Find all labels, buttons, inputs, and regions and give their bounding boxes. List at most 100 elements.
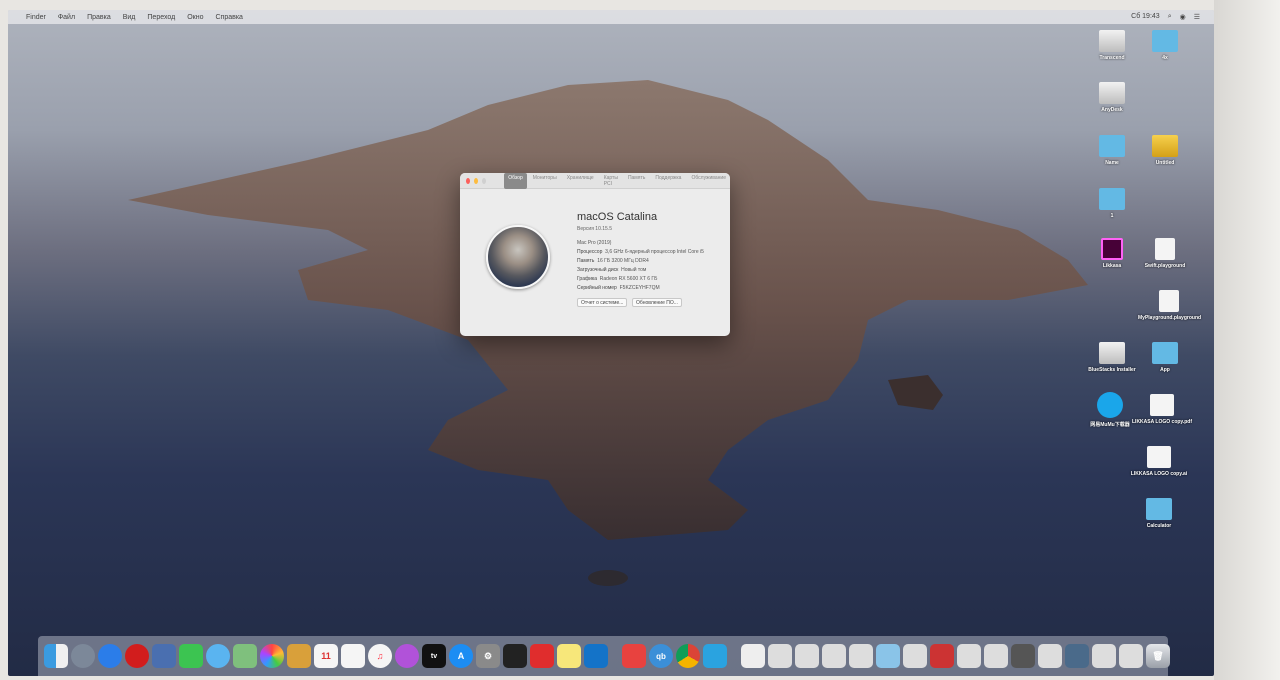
desktop-icon-myplayground[interactable]: MyPlayground.playground bbox=[1138, 290, 1201, 321]
tab-support[interactable]: Поддержка bbox=[651, 173, 685, 189]
doc-icon[interactable] bbox=[1119, 644, 1143, 668]
finder-icon[interactable] bbox=[44, 644, 68, 668]
desktop-icon-untitled[interactable]: Untitled bbox=[1138, 135, 1192, 166]
launchpad-icon[interactable] bbox=[71, 644, 95, 668]
doc-icon[interactable] bbox=[768, 644, 792, 668]
spec-graphics: Графика Radeon RX 5600 XT 6 ГБ bbox=[577, 276, 658, 282]
doc-icon[interactable] bbox=[822, 644, 846, 668]
control-center-icon[interactable]: ◉ bbox=[1180, 13, 1186, 21]
podcasts-icon[interactable] bbox=[395, 644, 419, 668]
photos-icon[interactable] bbox=[260, 644, 284, 668]
tab-pci-cards[interactable]: Карты PCI bbox=[600, 173, 622, 189]
menu-item-edit[interactable]: Правка bbox=[87, 14, 111, 21]
menu-item-window[interactable]: Окно bbox=[187, 14, 203, 21]
messages-icon[interactable] bbox=[206, 644, 230, 668]
folder-icon bbox=[1152, 30, 1178, 52]
notes-icon[interactable] bbox=[287, 644, 311, 668]
minimize-button[interactable] bbox=[474, 177, 479, 184]
anydesk-icon[interactable] bbox=[530, 644, 554, 668]
menu-item-finder[interactable]: Finder bbox=[26, 14, 46, 21]
calendar-icon[interactable]: 11 bbox=[314, 644, 338, 668]
music-icon[interactable]: ♫ bbox=[368, 644, 392, 668]
doc-icon[interactable] bbox=[984, 644, 1008, 668]
folder-icon bbox=[1099, 188, 1125, 210]
activity-icon[interactable] bbox=[503, 644, 527, 668]
maps-icon[interactable] bbox=[233, 644, 257, 668]
chrome-icon[interactable] bbox=[676, 644, 700, 668]
search-icon[interactable]: ⌕ bbox=[1168, 13, 1172, 21]
trash-icon[interactable]: 🗑 bbox=[1146, 644, 1170, 668]
monitor-bezel bbox=[1214, 0, 1280, 680]
doc-icon[interactable] bbox=[903, 644, 927, 668]
facetime-icon[interactable] bbox=[179, 644, 203, 668]
doc-icon[interactable] bbox=[1065, 644, 1089, 668]
qbittorrent-icon[interactable]: qb bbox=[649, 644, 673, 668]
stickies-icon[interactable] bbox=[557, 644, 581, 668]
desktop-icon-anydesk[interactable]: AnyDesk bbox=[1085, 82, 1139, 113]
desktop-icon-app[interactable]: App bbox=[1138, 342, 1192, 373]
tab-displays[interactable]: Мониторы bbox=[529, 173, 561, 189]
menu-item-help[interactable]: Справка bbox=[215, 14, 242, 21]
appstore-icon[interactable]: A bbox=[449, 644, 473, 668]
dock: 11 ♫ tv A ⚙ qb 🗑 bbox=[38, 636, 1170, 676]
swift-file-icon bbox=[1159, 290, 1179, 312]
desktop-icon-name[interactable]: Name bbox=[1085, 135, 1139, 166]
desktop-icon-4x[interactable]: 4x bbox=[1138, 30, 1192, 61]
system-report-button[interactable]: Отчет о системе... bbox=[577, 298, 628, 307]
spec-serial: Серийный номер F5KZCEYHF7QM bbox=[577, 285, 660, 291]
about-this-mac-window: Обзор Мониторы Хранилище Карты PCI Памят… bbox=[460, 172, 730, 336]
swift-file-icon bbox=[1155, 238, 1175, 260]
desktop-icon-likkasa[interactable]: Likkasa bbox=[1085, 238, 1139, 269]
xcode-icon[interactable] bbox=[584, 644, 608, 668]
desktop-icon-likkasa-ai[interactable]: LIKKASA LOGO copy.ai bbox=[1128, 446, 1190, 477]
drive-icon bbox=[1099, 342, 1125, 364]
desktop-icon-swift-playground[interactable]: Swift.playground bbox=[1138, 238, 1192, 269]
clock[interactable]: Сб 19:43 bbox=[1131, 13, 1160, 21]
reminders-icon[interactable] bbox=[341, 644, 365, 668]
script-icon[interactable] bbox=[703, 644, 727, 668]
doc-icon[interactable] bbox=[795, 644, 819, 668]
doc-icon[interactable] bbox=[957, 644, 981, 668]
tab-storage[interactable]: Хранилище bbox=[563, 173, 598, 189]
safari-icon[interactable] bbox=[98, 644, 122, 668]
desktop-icon-transcend[interactable]: Transcend bbox=[1085, 30, 1139, 61]
drive-icon bbox=[1099, 82, 1125, 104]
doc-icon[interactable] bbox=[741, 644, 765, 668]
os-version: Версия 10.15.5 bbox=[577, 226, 612, 232]
folder-icon bbox=[1099, 135, 1125, 157]
tv-icon[interactable]: tv bbox=[422, 644, 446, 668]
mumu-app-icon bbox=[1097, 392, 1123, 418]
doc-icon[interactable] bbox=[1092, 644, 1116, 668]
folder-icon bbox=[1146, 498, 1172, 520]
spec-model: Mac Pro (2019) bbox=[577, 240, 612, 246]
desktop-icon-1[interactable]: 1 bbox=[1085, 188, 1139, 219]
parallels-icon[interactable] bbox=[622, 644, 646, 668]
tab-memory[interactable]: Память bbox=[624, 173, 649, 189]
doc-icon[interactable] bbox=[930, 644, 954, 668]
doc-icon[interactable] bbox=[1038, 644, 1062, 668]
drive-icon bbox=[1099, 30, 1125, 52]
close-button[interactable] bbox=[466, 177, 471, 184]
preferences-icon[interactable]: ⚙ bbox=[476, 644, 500, 668]
os-name: macOS Catalina bbox=[577, 211, 658, 223]
menu-item-file[interactable]: Файл bbox=[58, 14, 75, 21]
desktop-icon-bluestacks[interactable]: BlueStacks Installer bbox=[1085, 342, 1139, 373]
opera-icon[interactable] bbox=[125, 644, 149, 668]
spec-processor: Процессор 3,6 GHz 6-ядерный процессор In… bbox=[577, 249, 704, 255]
doc-icon[interactable] bbox=[1011, 644, 1035, 668]
ai-file-icon bbox=[1147, 446, 1171, 468]
drive-icon bbox=[1152, 135, 1178, 157]
desktop-icon-calculator[interactable]: Calculator bbox=[1132, 498, 1186, 529]
desktop-icon-mumu[interactable]: 网易MuMu下载器 bbox=[1080, 392, 1140, 428]
menu-item-go[interactable]: Переход bbox=[147, 14, 175, 21]
tab-service[interactable]: Обслуживание bbox=[687, 173, 730, 189]
preview-icon[interactable] bbox=[876, 644, 900, 668]
doc-icon[interactable] bbox=[849, 644, 873, 668]
menu-list-icon[interactable]: ☰ bbox=[1194, 13, 1200, 21]
menu-item-view[interactable]: Вид bbox=[123, 14, 136, 21]
tab-overview[interactable]: Обзор bbox=[504, 172, 527, 189]
zoom-button[interactable] bbox=[482, 177, 487, 184]
photo-icon[interactable] bbox=[152, 644, 176, 668]
software-update-button[interactable]: Обновление ПО... bbox=[632, 298, 682, 307]
desktop-icon-likkasa-pdf[interactable]: LIKKASA LOGO copy.pdf bbox=[1132, 394, 1192, 425]
